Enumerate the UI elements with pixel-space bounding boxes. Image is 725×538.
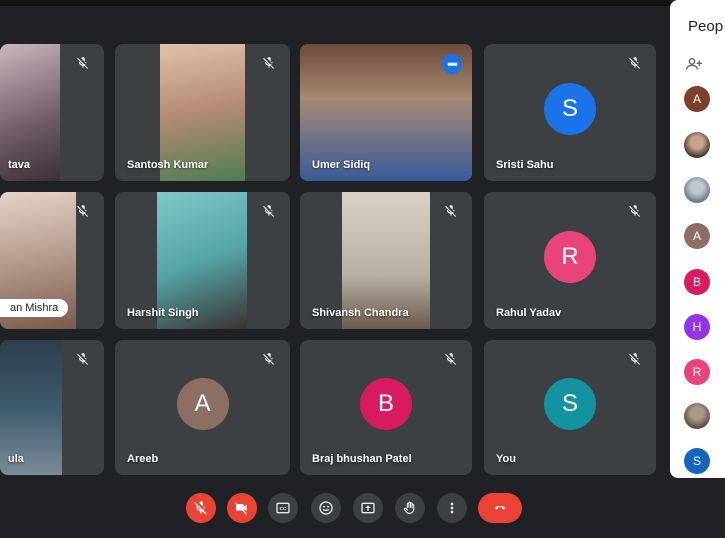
mic-off-icon [76,204,90,218]
meeting-stage: tava Santosh Kumar ••• Umer Sidiq S Sris… [0,0,670,538]
svg-text:CC: CC [280,506,287,511]
participant-name: Braj bhushan Patel [312,453,412,465]
camera-off-icon [234,502,248,515]
mic-off-icon [444,204,458,218]
captions-icon: CC [276,502,290,514]
participant-tile[interactable]: Harshit Singh [115,192,290,329]
add-people-button[interactable] [686,58,702,73]
participant-name: You [496,453,516,465]
end-call-icon [494,505,506,510]
participant-list-avatar[interactable] [684,132,710,158]
participant-avatar: R [544,230,596,283]
participant-tile[interactable]: Santosh Kumar [115,44,290,181]
participant-name: tava [8,159,31,171]
mic-off-icon [444,352,458,366]
participant-list-avatar[interactable] [684,177,710,203]
participant-name: Shivansh Chandra [312,307,409,319]
participant-name: Santosh Kumar [127,159,209,171]
participant-tile[interactable]: an Mishra [0,192,104,329]
participant-list-avatar[interactable]: B [684,269,710,295]
mic-off-icon [262,352,276,366]
participant-tile[interactable]: R Rahul Yadav [484,192,656,329]
mic-off-icon [628,204,642,218]
hand-icon [403,501,415,514]
people-panel: Peop A A B H R S [670,0,725,478]
participant-tile-self[interactable]: S You [484,340,656,475]
participant-name: ula [8,453,24,465]
leave-call-button[interactable] [478,493,522,523]
participant-list-avatar[interactable] [684,403,710,429]
mic-off-icon [262,56,276,70]
participant-tile[interactable]: S Sristi Sahu [484,44,656,181]
top-strip [0,0,670,6]
participant-name: Sristi Sahu [496,159,554,171]
camera-toggle-button[interactable] [227,493,257,523]
participant-avatar: A [176,377,229,430]
present-button[interactable] [353,493,383,523]
participant-name: Rahul Yadav [496,307,562,319]
participant-list-avatar[interactable]: H [684,314,710,340]
emoji-icon [319,501,333,515]
reactions-button[interactable] [311,493,341,523]
mic-off-icon [628,56,642,70]
participant-list-avatar[interactable]: R [684,359,710,385]
participant-list-avatar[interactable]: A [684,86,710,112]
participant-avatar: S [544,82,596,135]
people-panel-title: Peop [688,18,724,35]
mic-off-icon [76,56,90,70]
call-controls-bar: CC [0,486,670,532]
participant-tile[interactable]: B Braj bhushan Patel [300,340,472,475]
mic-off-icon [76,352,90,366]
participant-tile[interactable]: ula [0,340,104,475]
participant-name: Areeb [127,453,159,465]
more-options-button[interactable]: ••• [442,54,462,74]
present-screen-icon [361,502,375,514]
participant-tile[interactable]: tava [0,44,104,181]
participant-list-avatar[interactable]: A [684,223,710,249]
participant-tile-active[interactable]: ••• Umer Sidiq [300,44,472,181]
more-options-button[interactable] [437,493,467,523]
participant-tile[interactable]: A Areeb [115,340,290,475]
mic-toggle-button[interactable] [186,493,216,523]
participant-name: an Mishra [0,299,69,317]
participant-list-avatar[interactable]: S [684,448,710,474]
participant-name: Harshit Singh [127,307,199,319]
mic-off-icon [262,204,276,218]
participant-tile[interactable]: Shivansh Chandra [300,192,472,329]
raise-hand-button[interactable] [395,493,425,523]
participant-avatar: B [360,377,412,430]
participant-name: Umer Sidiq [312,159,371,171]
captions-button[interactable]: CC [268,493,298,523]
more-vert-icon [450,502,454,514]
add-person-icon [686,58,702,70]
mic-off-icon [628,352,642,366]
participant-avatar: S [544,377,596,430]
mic-off-icon [194,501,207,515]
